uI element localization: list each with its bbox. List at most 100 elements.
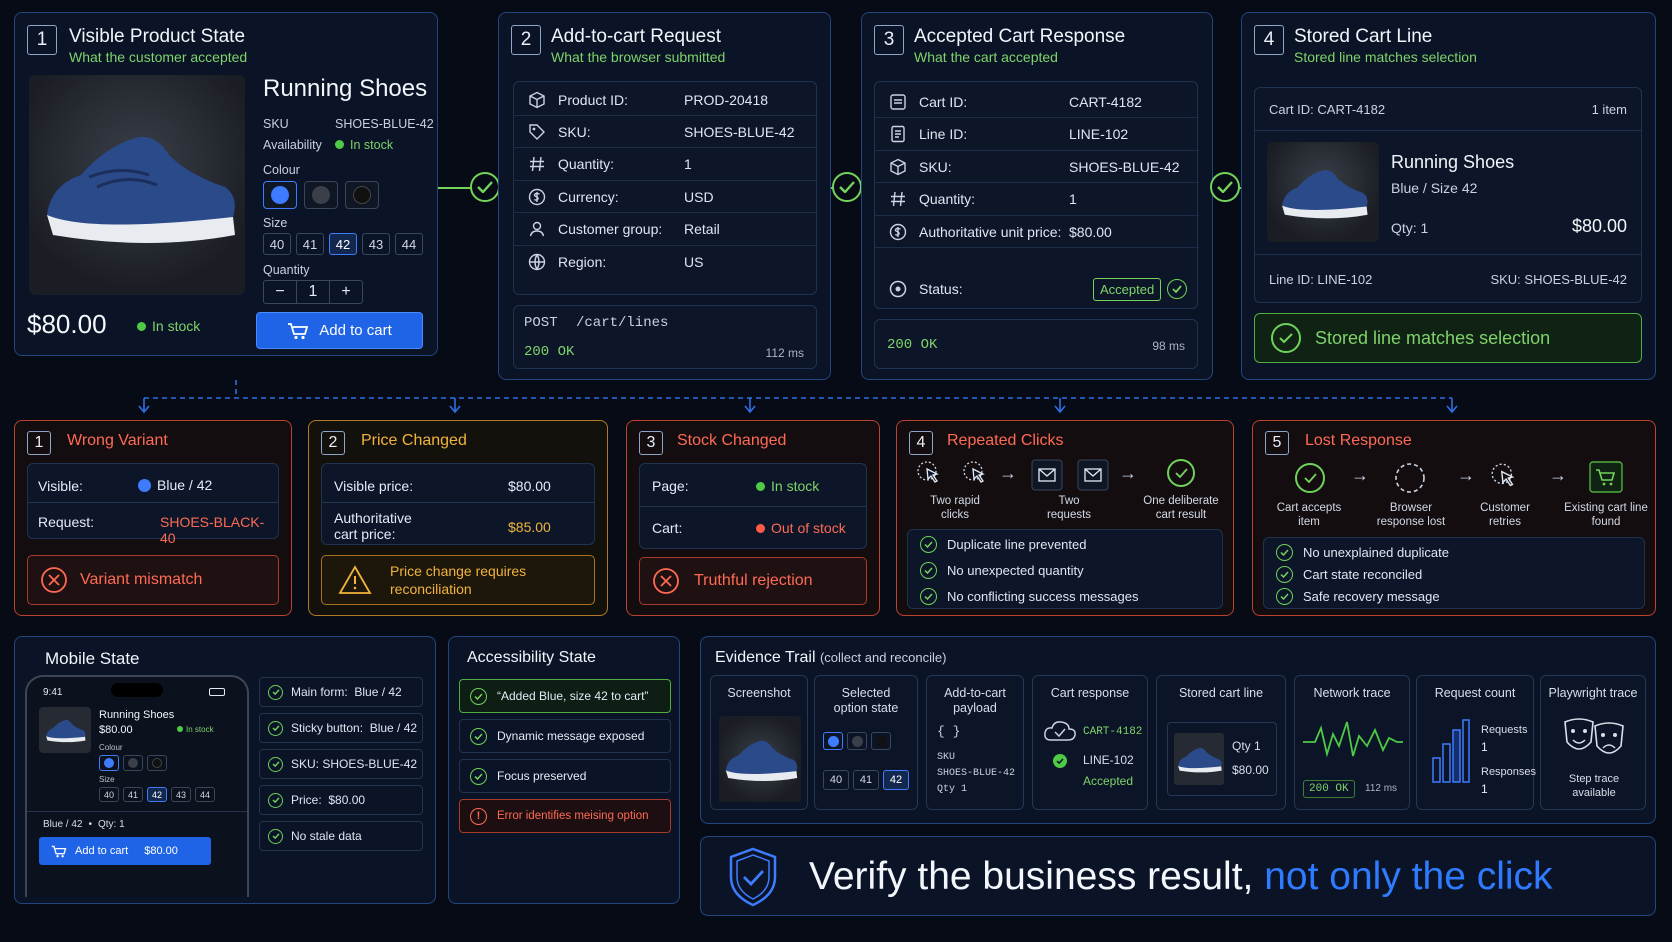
globe-icon: [528, 253, 546, 271]
panel-subtitle: What the customer accepted: [69, 49, 248, 65]
check-icon: [268, 792, 283, 808]
check-icon: [1276, 566, 1293, 583]
check-icon: [470, 727, 487, 745]
colour-swatch-grey[interactable]: [123, 755, 143, 771]
size-option[interactable]: 44: [395, 233, 423, 255]
evidence-request-count: Request count Requests 1 Responses 1: [1416, 675, 1536, 810]
response-status: 200 OK 98 ms: [874, 319, 1198, 369]
box-icon: [890, 158, 906, 175]
mobile-check-item: Main form: Blue / 42: [259, 677, 423, 707]
cloud-check-icon: [1044, 721, 1076, 741]
dollar-icon: [889, 223, 907, 240]
size-option[interactable]: 41: [123, 787, 143, 802]
size-option: 41: [853, 770, 879, 790]
step-label: Two rapid clicks: [930, 495, 980, 521]
shoe-icon: [1282, 170, 1368, 219]
size-option-selected[interactable]: 42: [329, 233, 357, 255]
focus-check: Focus preserved: [459, 759, 671, 793]
request-payload: Product ID: PROD-20418 SKU: SHOES-BLUE-42 Qu…: [513, 81, 818, 295]
check-icon: [1276, 588, 1293, 605]
colour-swatch-blue[interactable]: [263, 181, 297, 209]
waveform-icon: [1303, 721, 1403, 758]
product-thumbnail: [39, 707, 91, 753]
evidence-selected-option: Selected option state 40 41 42: [814, 675, 918, 810]
envelope-icon: [1077, 459, 1109, 491]
hash-icon: [891, 191, 905, 207]
error-message-check: ! Error identifies meising option: [459, 799, 671, 833]
line-id: LINE-102: [1083, 753, 1134, 767]
field-value: PROD-20418: [684, 91, 769, 108]
product-thumbnail: [1267, 142, 1379, 242]
size-option[interactable]: 40: [263, 233, 291, 255]
panel-stored-cart-line: 4 Stored Cart Line Stored line matches s…: [1241, 12, 1656, 380]
cart-id: CART-4182: [1083, 726, 1143, 738]
check-icon: [920, 562, 937, 579]
arrow-icon: →: [1351, 465, 1369, 485]
size-option-selected[interactable]: 42: [147, 787, 167, 802]
sticky-add-to-cart-button[interactable]: Add to cart $80.00: [39, 837, 211, 865]
size-option[interactable]: 41: [296, 233, 324, 255]
result-box: Truthful rejection: [639, 557, 867, 605]
visible-variant: Blue / 42: [138, 477, 212, 493]
step-label: Two requests: [1046, 495, 1092, 521]
response-payload: Cart ID: CART-4182 Line ID: LINE-102 SKU: SHO…: [874, 81, 1199, 309]
step-number: 1: [27, 25, 57, 55]
size-option[interactable]: 43: [171, 787, 191, 802]
request-field: SKU: SHOES-BLUE-42: [514, 116, 818, 149]
cart-icon: [288, 322, 309, 339]
product-price: $80.00: [99, 724, 133, 736]
error-x-icon: [653, 568, 679, 594]
field-value: CART-4182: [1069, 93, 1142, 110]
colour-swatch-black[interactable]: [345, 181, 379, 209]
arrow-icon: →: [1457, 465, 1475, 485]
size-option[interactable]: 44: [195, 787, 215, 802]
failure-number: 1: [27, 431, 51, 455]
failure-title: Stock Changed: [677, 432, 787, 449]
shoe-icon: [47, 136, 235, 243]
failure-title: Wrong Variant: [67, 432, 168, 449]
evidence-playwright-trace: Playwright trace Step trace available: [1540, 675, 1646, 810]
colour-swatch-black[interactable]: [147, 755, 167, 771]
step-label: Browser response lost: [1376, 502, 1446, 528]
sku-label: SKU: [263, 117, 289, 131]
check-icon: [1053, 754, 1067, 768]
shoe-icon: [725, 740, 798, 782]
add-to-cart-button[interactable]: Add to cart: [256, 312, 423, 349]
stored-price: $80.00: [1232, 763, 1269, 777]
check-connector-icon: [1210, 172, 1240, 202]
colour-swatch-grey[interactable]: [304, 181, 338, 209]
quantity-stepper[interactable]: − 1 +: [263, 280, 363, 304]
panel-title: Mobile State: [45, 649, 140, 668]
evidence-stored-cart-line: Stored cart line Qty 1 $80.00: [1156, 675, 1286, 810]
check-icon: [1167, 459, 1195, 487]
requests-count: 1: [1481, 740, 1488, 754]
size-option-selected: 42: [883, 770, 909, 790]
check-connector-icon: [470, 172, 500, 202]
increment-button[interactable]: +: [330, 281, 362, 303]
colour-swatch-blue[interactable]: [99, 755, 119, 771]
result-box: Variant mismatch: [27, 555, 279, 605]
cart-icon: [890, 93, 906, 110]
mobile-check-item: SKU: SHOES-BLUE-42: [259, 749, 423, 779]
colour-label: Colour: [99, 743, 123, 752]
decrement-button[interactable]: −: [264, 281, 297, 303]
failure-number: 3: [639, 431, 663, 455]
size-option: 40: [823, 770, 849, 790]
product-thumbnail: [1174, 733, 1224, 785]
quantity-value[interactable]: 1: [297, 281, 330, 303]
evidence-network-trace: Network trace 200 OK 112 ms: [1294, 675, 1410, 810]
size-option[interactable]: 43: [362, 233, 390, 255]
mobile-check-item: Sticky button: Blue / 42: [259, 713, 423, 743]
check-icon: [268, 828, 283, 844]
cart-icon: [1589, 461, 1623, 493]
panel-title: Accepted Cart Response: [914, 26, 1126, 47]
envelope-icon: [1031, 459, 1063, 491]
responses-count: 1: [1481, 782, 1488, 796]
field-label: Quantity:: [919, 191, 976, 207]
panel-accessibility-state: Accessibility State “Added Blue, size 42…: [448, 636, 680, 904]
field-label: Region:: [558, 254, 607, 270]
response-time: 112 ms: [765, 346, 804, 360]
stock-status: In stock: [137, 318, 200, 334]
step-label: Customer retries: [1480, 502, 1530, 528]
size-option[interactable]: 40: [99, 787, 119, 802]
